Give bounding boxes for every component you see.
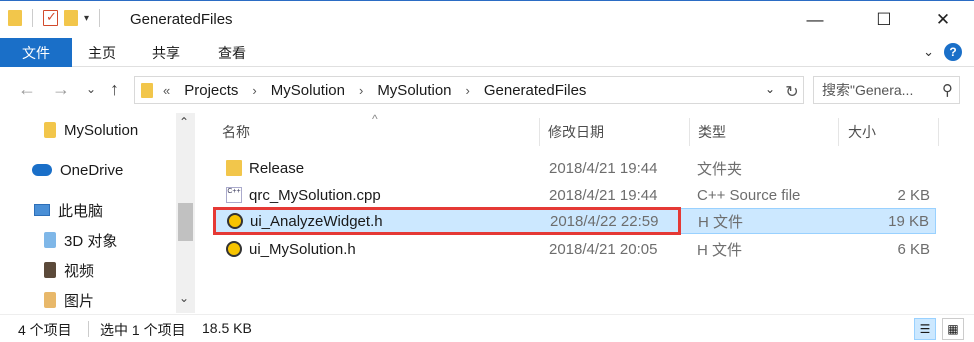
chevron-right-icon[interactable]: › — [359, 83, 363, 98]
nav-item-mysolution[interactable]: MySolution — [44, 115, 138, 145]
nav-item-label: 3D 对象 — [64, 232, 118, 250]
chevron-right-icon[interactable]: › — [252, 83, 256, 98]
breadcrumb-mysolution[interactable]: MySolution — [271, 82, 345, 99]
folder-icon[interactable] — [8, 10, 22, 26]
file-row[interactable]: Release 2018/4/21 19:44 文件夹 — [214, 155, 936, 181]
tab-home[interactable]: 主页 — [88, 38, 116, 67]
column-name[interactable]: 名称 — [222, 122, 250, 142]
file-date: 2018/4/21 19:44 — [549, 186, 658, 204]
recent-locations-icon[interactable]: ⌄ — [86, 82, 96, 96]
column-divider[interactable] — [838, 118, 839, 146]
file-row[interactable]: ui_MySolution.h 2018/4/21 20:05 H 文件 6 K… — [214, 236, 936, 262]
cpp-file-icon: C++ — [226, 187, 242, 203]
scroll-down-icon[interactable]: ⌄ — [179, 291, 189, 305]
column-divider[interactable] — [938, 118, 939, 146]
nav-item-label: MySolution — [64, 121, 139, 139]
title-bar: ▾ GeneratedFiles — ☐ ✕ — [0, 0, 974, 38]
minimize-button[interactable]: — — [792, 1, 838, 39]
nav-item-label: 视频 — [64, 262, 95, 280]
file-type: C++ Source file — [697, 186, 801, 204]
breadcrumb-mysolution-inner[interactable]: MySolution — [377, 82, 451, 99]
file-size: 19 KB — [888, 212, 929, 230]
item-count: 4 个项目 — [18, 322, 72, 338]
new-folder-icon[interactable] — [64, 10, 78, 26]
status-bar: 4 个项目 选中 1 个项目 18.5 KB ☰ ▦ — [0, 314, 974, 342]
3d-objects-icon — [44, 232, 56, 248]
folder-icon — [141, 82, 153, 98]
properties-icon[interactable] — [43, 9, 58, 26]
column-type[interactable]: 类型 — [698, 122, 726, 142]
address-row: ← → ⌄ ↑ « Projects › MySolution › MySolu… — [0, 67, 974, 113]
window-title: GeneratedFiles — [130, 11, 233, 28]
selection-count: 选中 1 个项目 — [100, 322, 186, 338]
file-name: qrc_MySolution.cpp — [249, 186, 381, 204]
file-date: 2018/4/21 19:44 — [549, 159, 658, 177]
file-row[interactable]: C++ qrc_MySolution.cpp 2018/4/21 19:44 C… — [214, 182, 936, 208]
expand-ribbon-icon[interactable]: ⌄ — [923, 44, 934, 60]
nav-item-label: 此电脑 — [58, 202, 104, 220]
file-size: 2 KB — [897, 186, 930, 204]
maximize-button[interactable]: ☐ — [861, 1, 907, 39]
navigation-pane: MySolution OneDrive 此电脑 3D 对象 视频 图片 ⌃ ⌄ — [0, 113, 196, 313]
chevron-right-icon[interactable]: › — [466, 83, 470, 98]
search-input[interactable]: 搜索"Genera... ⚲ — [813, 76, 960, 104]
divider — [32, 9, 33, 27]
divider — [99, 9, 101, 27]
search-placeholder: 搜索"Genera... — [822, 82, 914, 98]
file-type: H 文件 — [697, 241, 743, 259]
file-type: H 文件 — [698, 213, 744, 231]
breadcrumb-generatedfiles[interactable]: GeneratedFiles — [484, 82, 587, 99]
help-icon[interactable]: ? — [944, 43, 962, 61]
nav-item-this-pc[interactable]: 此电脑 — [34, 195, 103, 225]
tab-share[interactable]: 共享 — [152, 38, 180, 67]
annotation-highlight-box — [213, 207, 681, 235]
column-size[interactable]: 大小 — [848, 122, 876, 142]
customize-toolbar-icon[interactable]: ▾ — [84, 13, 89, 24]
nav-scrollbar[interactable]: ⌃ ⌄ — [176, 113, 195, 313]
column-date[interactable]: 修改日期 — [548, 122, 604, 142]
tab-file[interactable]: 文件 — [0, 38, 72, 67]
column-headers: ^ 名称 修改日期 类型 大小 — [214, 112, 944, 146]
file-size: 6 KB — [897, 240, 930, 258]
up-icon[interactable]: ↑ — [110, 79, 119, 100]
selection-size: 18.5 KB — [202, 320, 252, 336]
nav-item-videos[interactable]: 视频 — [44, 255, 94, 285]
back-icon[interactable]: ← — [18, 79, 36, 100]
search-icon[interactable]: ⚲ — [942, 81, 953, 99]
column-divider[interactable] — [539, 118, 540, 146]
details-view-icon[interactable]: ☰ — [914, 318, 936, 340]
nav-item-onedrive[interactable]: OneDrive — [32, 155, 123, 185]
address-dropdown-icon[interactable]: ⌄ — [765, 82, 775, 96]
large-icons-view-icon[interactable]: ▦ — [942, 318, 964, 340]
file-date: 2018/4/21 20:05 — [549, 240, 658, 258]
overflow-chevron-icon[interactable]: « — [163, 83, 170, 98]
sort-ascending-icon: ^ — [372, 112, 378, 126]
computer-icon — [34, 204, 50, 216]
address-bar[interactable]: « Projects › MySolution › MySolution › G… — [134, 76, 804, 104]
forward-icon[interactable]: → — [52, 79, 70, 100]
quick-access-toolbar: ▾ — [8, 9, 104, 27]
scrollbar-thumb[interactable] — [178, 203, 193, 241]
refresh-icon[interactable]: ↻ — [780, 78, 804, 106]
file-name: ui_MySolution.h — [249, 240, 356, 258]
header-file-icon — [226, 241, 242, 257]
nav-item-label: OneDrive — [60, 161, 124, 179]
nav-item-3d-objects[interactable]: 3D 对象 — [44, 225, 117, 255]
scroll-up-icon[interactable]: ⌃ — [179, 115, 189, 129]
folder-icon — [226, 160, 242, 176]
file-type: 文件夹 — [697, 160, 743, 178]
column-divider[interactable] — [689, 118, 690, 146]
nav-item-label: 图片 — [64, 292, 95, 310]
onedrive-icon — [32, 164, 52, 176]
file-name: Release — [249, 159, 305, 177]
ribbon-tabs: 文件 主页 共享 查看 ⌄ ? — [0, 38, 974, 67]
tab-view[interactable]: 查看 — [218, 38, 246, 67]
videos-icon — [44, 262, 56, 278]
nav-item-pictures[interactable]: 图片 — [44, 285, 94, 315]
breadcrumb-projects[interactable]: Projects — [184, 82, 238, 99]
divider — [88, 321, 89, 337]
folder-icon — [44, 122, 56, 138]
pictures-icon — [44, 292, 56, 308]
close-button[interactable]: ✕ — [920, 1, 966, 39]
